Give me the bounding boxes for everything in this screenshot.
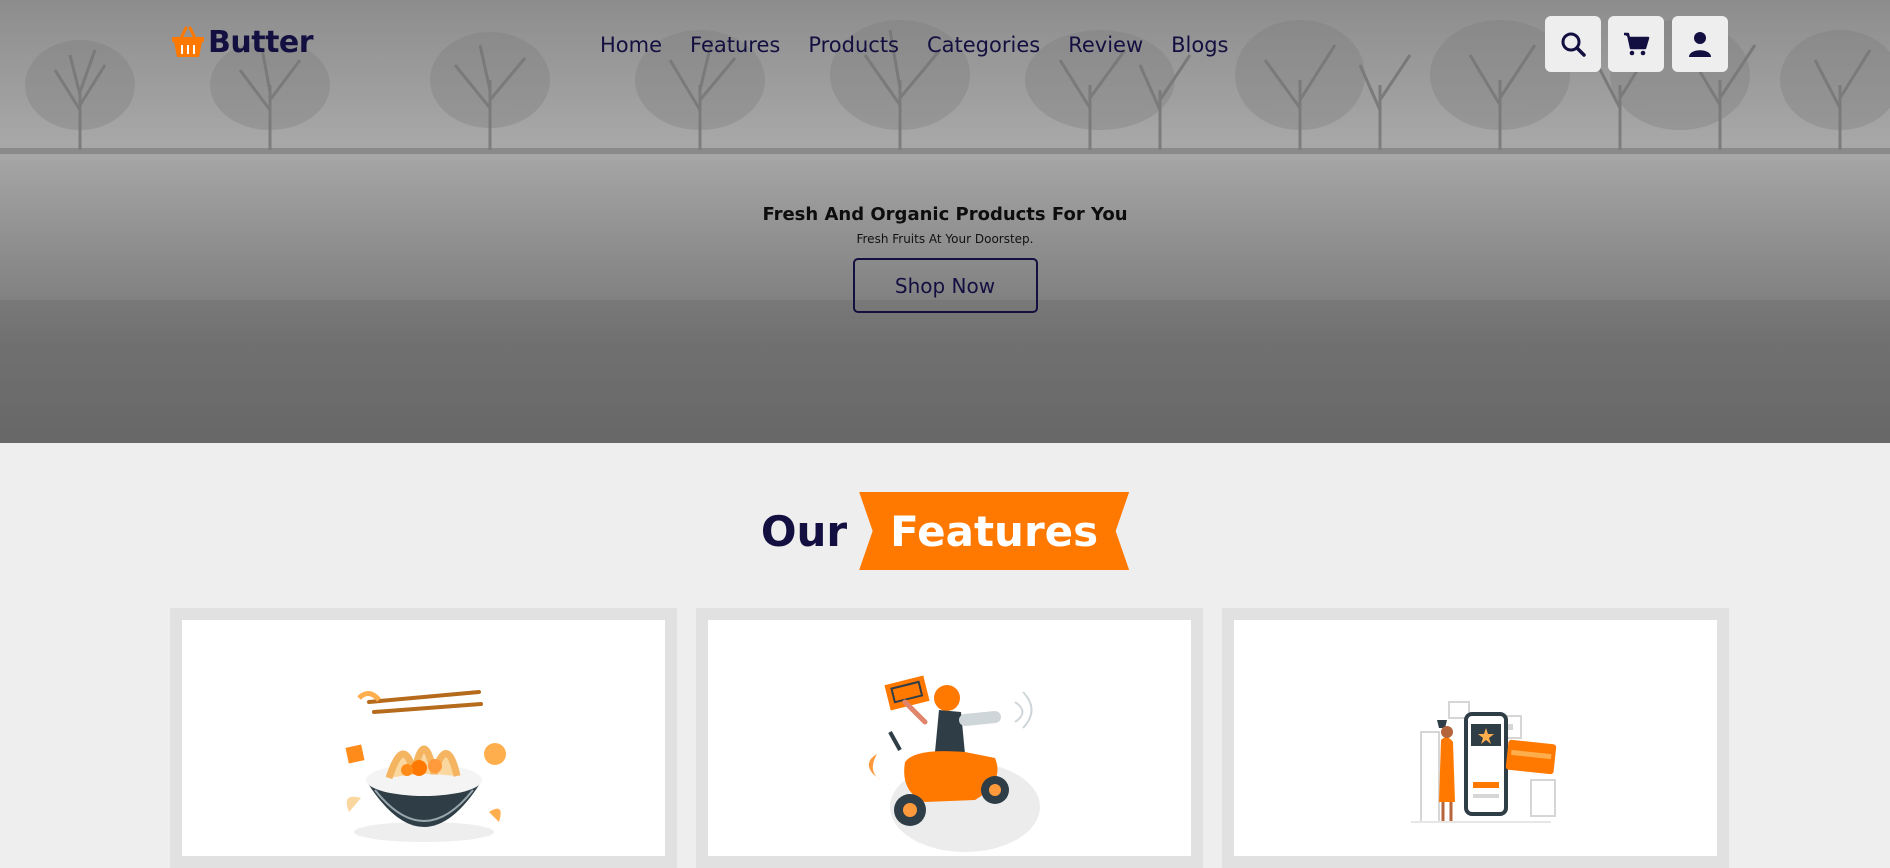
heading-plain-text: Our	[760, 506, 848, 556]
cart-button[interactable]	[1608, 16, 1664, 72]
nav-blogs[interactable]: Blogs	[1171, 33, 1228, 57]
search-icon	[1561, 32, 1586, 57]
hero-title: Fresh And Organic Products For You	[762, 204, 1128, 225]
feature-card	[1222, 608, 1729, 868]
feature-cards	[170, 608, 1729, 868]
noodle-bowl-illustration	[345, 690, 506, 842]
search-button[interactable]	[1545, 16, 1601, 72]
brand-logo[interactable]: Butter	[170, 24, 314, 60]
nav-features[interactable]: Features	[690, 33, 780, 57]
features-heading: Our Features	[0, 492, 1890, 570]
shopping-basket-icon	[172, 26, 204, 57]
heading-highlight-badge: Features	[859, 492, 1130, 570]
feature-card	[696, 608, 1203, 868]
heading-highlight-text: Features	[890, 506, 1099, 556]
main-nav: Home Features Products Categories Review…	[600, 28, 1257, 62]
cart-icon	[1624, 32, 1650, 56]
user-icon	[1689, 32, 1711, 57]
hero-section: Butter Home Features Products Categories…	[0, 0, 1890, 443]
shop-now-button[interactable]: Shop Now	[852, 258, 1038, 313]
nav-products[interactable]: Products	[808, 33, 899, 57]
nav-home[interactable]: Home	[600, 33, 662, 57]
hero-subtitle: Fresh Fruits At Your Doorstep.	[856, 232, 1034, 246]
delivery-scooter-illustration	[868, 675, 1040, 852]
user-button[interactable]	[1672, 16, 1728, 72]
nav-review[interactable]: Review	[1068, 33, 1143, 57]
mobile-payment-illustration	[1410, 701, 1556, 823]
feature-card	[170, 608, 677, 868]
hero-content: Fresh And Organic Products For You Fresh…	[0, 204, 1890, 313]
nav-categories[interactable]: Categories	[927, 33, 1040, 57]
brand-name: Butter	[208, 24, 314, 60]
